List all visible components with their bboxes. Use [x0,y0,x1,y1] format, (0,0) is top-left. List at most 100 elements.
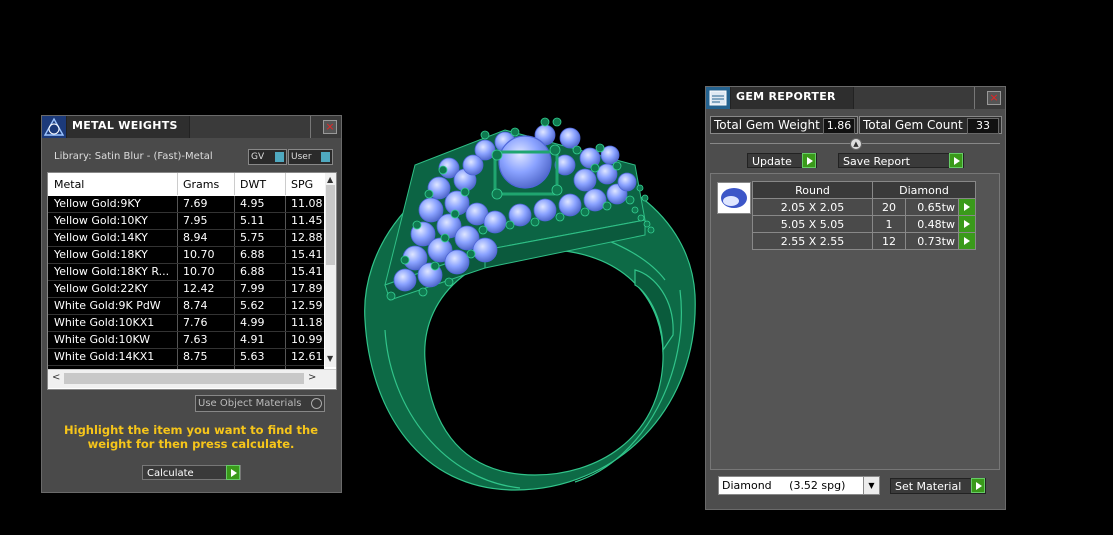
gem-select-button[interactable] [958,232,976,250]
metal-table-row[interactable]: White Gold:14KX1 8.75 5.63 12.61 [48,349,324,366]
metal-cell-spg: 15.41 [291,265,323,278]
user-toggle-icon [321,152,330,162]
metal-cell-spg: 11.45 [291,214,323,227]
dropdown-arrow-icon[interactable]: ▼ [863,477,879,494]
metal-cell-grams: 7.63 [183,333,208,346]
gem-select-button[interactable] [958,215,976,233]
metal-table-row[interactable]: White Gold:10KW 7.63 4.91 10.99 [48,332,324,349]
metal-table-row[interactable]: White Gold:10KX1 7.76 4.99 11.18 [48,315,324,332]
metal-cell-grams: 8.75 [183,350,208,363]
metal-cell-dwt: 7.99 [240,282,265,295]
metal-weights-panel: METAL WEIGHTS × Library: Satin Blur - (F… [41,115,342,493]
gem-table: Round Diamond 2.05 X 2.05 20 0.65tw 5.05 X … [752,181,976,250]
gem-shape-header: Round [752,181,873,199]
total-gem-count-value: 33 [967,118,999,134]
metal-table-row[interactable]: Yellow Gold:18KY 10.70 6.88 15.41 [48,247,324,264]
metal-cell-spg: 11.18 [291,316,323,329]
metal-table-row[interactable]: Yellow Gold:18KY R... 10.70 6.88 15.41 [48,264,324,281]
hscroll-left-icon[interactable]: < [52,372,60,383]
save-report-button[interactable]: Save Report [838,153,964,168]
gv-label: GV [251,152,265,162]
set-material-button[interactable]: Set Material [890,478,986,494]
hscroll-right-icon[interactable]: > [308,372,316,383]
metal-cell-metal: Yellow Gold:22KY [54,282,148,295]
gem-row[interactable]: 2.55 X 2.55 12 0.73tw [752,232,976,250]
vscroll-thumb[interactable] [326,185,335,265]
vscroll-up-icon[interactable]: ▲ [327,175,333,184]
metal-table-row[interactable]: Yellow Gold:9KY 7.69 4.95 11.08 [48,196,324,213]
use-object-materials-button[interactable]: Use Object Materials [195,395,325,412]
metal-cell-dwt: 4.95 [240,197,265,210]
metal-cell-grams: 7.95 [183,214,208,227]
metal-table-row[interactable]: Yellow Gold:10KY 7.95 5.11 11.45 [48,213,324,230]
gv-toggle-icon [275,152,284,162]
gem-weight: 0.73tw [905,232,959,250]
metal-cell-spg: 15.41 [291,248,323,261]
gem-weight: 0.65tw [905,198,959,216]
save-report-play-icon [949,153,963,168]
vscroll-down-icon[interactable]: ▼ [327,354,333,363]
metal-cell-dwt: 5.75 [240,231,265,244]
set-material-label: Set Material [895,480,962,493]
metal-cell-grams: 12.42 [183,282,215,295]
metal-table-row[interactable]: Yellow Gold:14KY 8.94 5.75 12.88 [48,230,324,247]
round-gem-thumbnail[interactable] [717,182,751,214]
column-header-dwt[interactable]: DWT [240,178,266,191]
metal-table-hscroll[interactable]: < > [48,369,336,388]
metal-cell-dwt: 4.99 [240,316,265,329]
metal-table-row[interactable]: White Gold:9K PdW 8.74 5.62 12.59 [48,298,324,315]
ring-3d-view[interactable] [345,110,705,500]
library-label: Library: Satin Blur - (Fast)-Metal [54,151,213,162]
metal-cell-spg: 17.89 [291,282,323,295]
gem-reporter-title: GEM REPORTER [736,90,836,103]
gem-row[interactable]: 2.05 X 2.05 20 0.65tw [752,198,976,216]
total-gem-count-row: Total Gem Count 33 [859,116,1002,134]
column-header-spg[interactable]: SPG [291,178,313,191]
hscroll-thumb[interactable] [64,373,304,384]
user-label: User [291,152,312,162]
gem-reporter-close-icon[interactable]: × [987,91,1001,105]
gem-list-area: Round Diamond 2.05 X 2.05 20 0.65tw 5.05 X … [710,173,1000,470]
gem-table-header: Round Diamond [752,181,976,199]
material-select[interactable]: Diamond (3.52 spg) ▼ [718,476,880,495]
metal-table-row[interactable]: Yellow Gold:22KY 12.42 7.99 17.89 [48,281,324,298]
gem-reporter-logo-icon [706,87,730,109]
metal-cell-spg: 12.59 [291,299,323,312]
metal-table-header: Metal Grams DWT SPG [48,173,324,195]
calculate-label: Calculate [147,468,194,479]
column-header-metal[interactable]: Metal [54,178,84,191]
gem-size: 2.05 X 2.05 [752,198,873,216]
gem-row[interactable]: 5.05 X 5.05 1 0.48tw [752,215,976,233]
metal-cell-grams: 10.70 [183,265,215,278]
metal-cell-metal: White Gold:14KX1 [54,350,155,363]
gem-select-button[interactable] [958,198,976,216]
total-gem-weight-label: Total Gem Weight [714,118,820,132]
metal-weights-titlebar[interactable]: METAL WEIGHTS × [42,116,341,138]
metal-cell-metal: Yellow Gold:14KY [54,231,148,244]
metal-cell-grams: 8.94 [183,231,208,244]
gem-count: 1 [872,215,906,233]
metal-rows: Yellow Gold:9KY 7.69 4.95 11.08 Yellow Gold:… [48,196,324,383]
update-button[interactable]: Update [747,153,817,168]
set-material-play-icon [971,478,985,493]
update-label: Update [752,155,792,168]
calculate-button[interactable]: Calculate [142,465,241,480]
user-toggle[interactable]: User [288,149,333,165]
collapse-up-icon[interactable]: ▲ [850,138,862,150]
gem-reporter-titlebar[interactable]: GEM REPORTER × [706,87,1005,109]
metal-cell-metal: White Gold:9K PdW [54,299,161,312]
metal-table-vscroll[interactable]: ▲ ▼ [325,173,336,367]
update-play-icon [802,153,816,168]
metal-cell-spg: 12.88 [291,231,323,244]
metal-weights-close-icon[interactable]: × [323,120,337,134]
metal-cell-grams: 7.69 [183,197,208,210]
metal-weights-title: METAL WEIGHTS [72,119,178,132]
metal-cell-metal: Yellow Gold:18KY [54,248,148,261]
play-icon [964,203,970,211]
metal-cell-dwt: 5.63 [240,350,265,363]
column-header-grams[interactable]: Grams [183,178,219,191]
calculate-play-icon [226,465,240,480]
gv-toggle[interactable]: GV [248,149,287,165]
metal-cell-spg: 12.61 [291,350,323,363]
hint-text: Highlight the item you want to find the … [64,423,318,451]
